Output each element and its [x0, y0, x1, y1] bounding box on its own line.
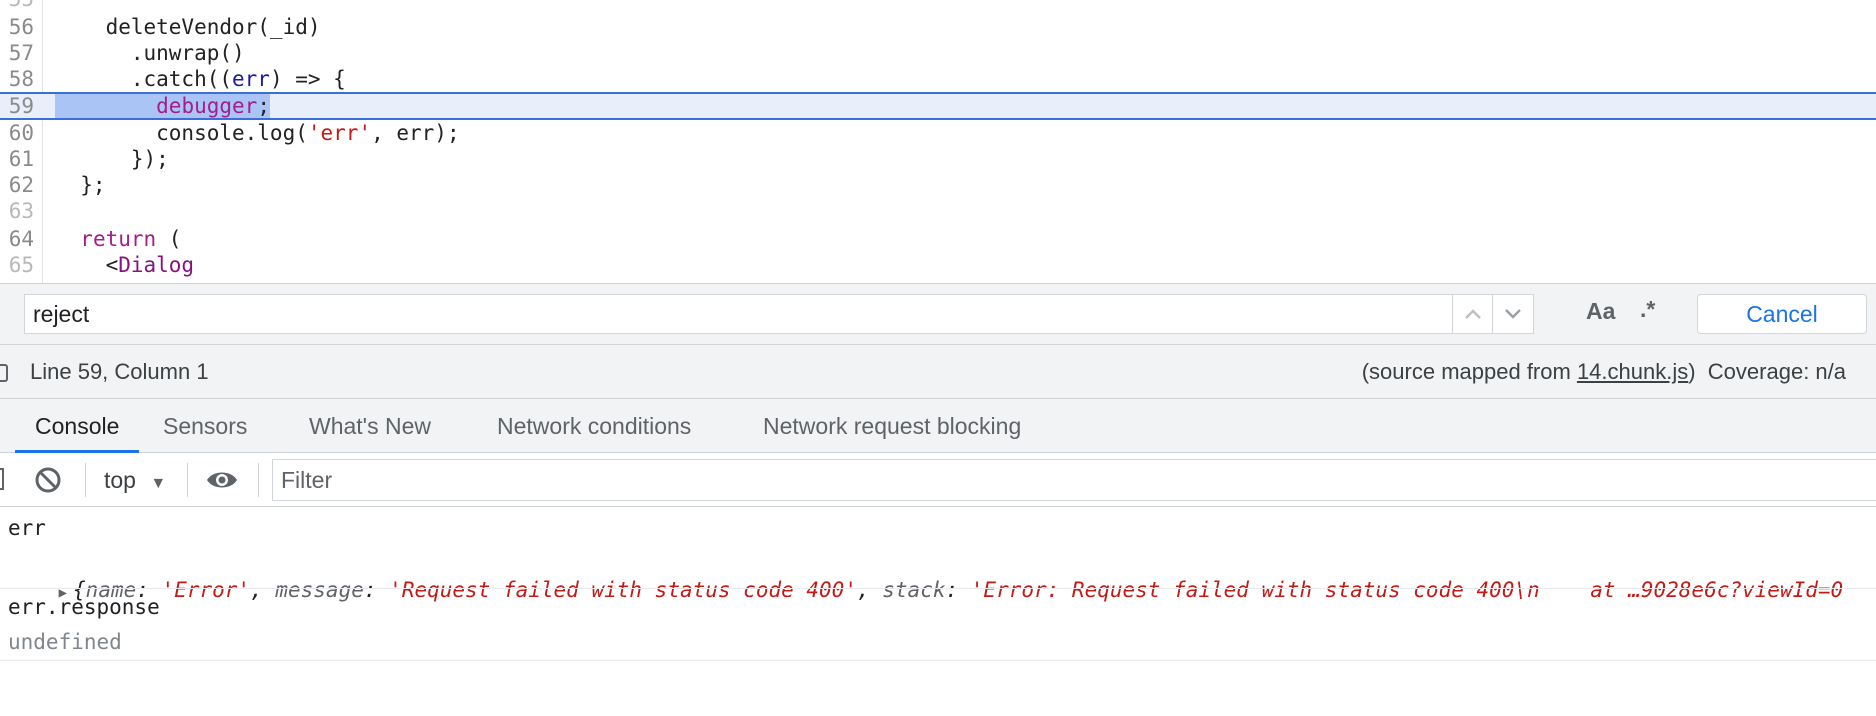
coverage-label: Coverage: n/a [1707, 359, 1846, 384]
code-text: <Dialog [55, 252, 195, 278]
code-line[interactable]: 62 }; [0, 172, 1876, 198]
line-number[interactable]: 61 [0, 146, 34, 172]
clear-console-icon[interactable] [34, 466, 62, 494]
obj-val-name: 'Error' [161, 578, 251, 602]
code-text: }); [55, 146, 169, 172]
code-token: debugger [156, 94, 258, 118]
search-bar: Aa .* Cancel [0, 283, 1876, 345]
line-number[interactable]: 55 [0, 0, 34, 12]
obj-key-message: message [275, 578, 364, 602]
line-number[interactable]: 60 [0, 120, 34, 146]
next-match-button[interactable] [1492, 295, 1533, 333]
console-object-result[interactable]: ▶ {name: 'Error', message: 'Request faile… [8, 554, 1844, 626]
console-command: err [8, 516, 46, 540]
context-select[interactable]: top ▼ [104, 453, 166, 507]
line-number[interactable]: 65 [0, 252, 34, 278]
code-token: .unwrap() [55, 41, 245, 65]
sidebar-toggle-icon[interactable] [0, 468, 4, 490]
cursor-position: Line 59, Column 1 [30, 359, 209, 384]
code-token: err [232, 67, 270, 91]
filter-box [272, 459, 1876, 501]
code-text: .catch((err) => { [55, 66, 346, 92]
console-result-undefined: undefined [8, 630, 122, 654]
line-number[interactable]: 59 [0, 94, 34, 118]
code-token: ) => { [269, 67, 346, 91]
tab-whats-new[interactable]: What's New [309, 399, 431, 453]
code-token: 'err' [307, 121, 372, 145]
dropdown-arrow-icon: ▼ [150, 475, 167, 492]
code-editor[interactable]: 5556 deleteVendor(_id)57 .unwrap()58 .ca… [0, 0, 1876, 283]
code-line[interactable]: 61 }); [0, 146, 1876, 172]
line-number[interactable]: 56 [0, 14, 34, 40]
code-line[interactable]: 58 .catch((err) => { [0, 66, 1876, 92]
toolbar-divider [187, 463, 188, 497]
code-token: < [55, 253, 119, 277]
code-text: console.log('err', err); [55, 120, 460, 146]
code-line[interactable]: 56 deleteVendor(_id) [0, 14, 1876, 40]
line-number[interactable]: 57 [0, 40, 34, 66]
code-token: deleteVendor(_id) [55, 15, 321, 39]
status-bar: Line 59, Column 1 (source mapped from 14… [0, 345, 1876, 399]
tab-network-conditions[interactable]: Network conditions [497, 399, 691, 453]
obj-val-message: 'Request failed with status code 400' [389, 578, 857, 602]
code-token: }; [55, 173, 106, 197]
code-token [55, 94, 157, 118]
search-box [24, 294, 1534, 334]
tab-console[interactable]: Console [14, 399, 140, 453]
source-suffix: ) [1688, 359, 1696, 384]
code-line[interactable]: 60 console.log('err', err); [0, 120, 1876, 146]
code-token: ; [257, 94, 270, 118]
code-token: .catch(( [55, 67, 233, 91]
console-command: err.response [8, 595, 160, 619]
code-token: return [80, 227, 157, 251]
code-text: return ( [55, 226, 181, 252]
code-token: console.log( [55, 121, 308, 145]
code-text: debugger; [55, 94, 270, 118]
code-line[interactable]: 59 debugger; [0, 92, 1876, 120]
console-separator [0, 660, 1876, 661]
search-input[interactable] [33, 295, 1483, 333]
live-expression-eye-icon[interactable] [205, 468, 239, 492]
regex-button[interactable]: .* [1640, 296, 1655, 323]
tab-network-request-blocking[interactable]: Network request blocking [763, 399, 1021, 453]
code-text: .unwrap() [55, 40, 245, 66]
source-prefix: (source mapped from [1361, 359, 1577, 384]
line-number[interactable]: 58 [0, 66, 34, 92]
drawer-tab-bar: Console Sensors What's New Network condi… [0, 399, 1876, 453]
tab-sensors[interactable]: Sensors [163, 399, 247, 453]
obj-val-stack: 'Error: Request failed with status code … [970, 578, 1844, 602]
toolbar-divider [85, 463, 86, 497]
code-line[interactable]: 63 [0, 198, 1876, 224]
code-text: deleteVendor(_id) [55, 14, 321, 40]
source-map-info: (source mapped from 14.chunk.js) Coverag… [1362, 345, 1846, 399]
code-token: }); [55, 147, 169, 171]
code-line[interactable]: 65 <Dialog [0, 252, 1876, 278]
obj-key-stack: stack [882, 578, 946, 602]
chevron-up-icon [1465, 309, 1481, 319]
previous-match-button[interactable] [1452, 295, 1493, 333]
code-line[interactable]: 64 return ( [0, 226, 1876, 252]
chevron-down-icon [1505, 309, 1521, 319]
cancel-button[interactable]: Cancel [1697, 294, 1867, 334]
line-number[interactable]: 63 [0, 198, 34, 224]
line-number[interactable]: 64 [0, 226, 34, 252]
toolbar-divider [258, 463, 259, 497]
toggle-navigator-icon[interactable] [0, 364, 8, 382]
console-toolbar: top ▼ [0, 453, 1876, 507]
code-token: , err); [371, 121, 460, 145]
match-case-button[interactable]: Aa [1586, 298, 1615, 325]
code-token: ( [156, 227, 182, 251]
context-value: top [104, 467, 136, 493]
filter-input[interactable] [281, 460, 1861, 500]
console-separator [0, 588, 1876, 589]
code-line[interactable]: 57 .unwrap() [0, 40, 1876, 66]
source-file-link[interactable]: 14.chunk.js [1577, 359, 1688, 384]
line-number[interactable]: 62 [0, 172, 34, 198]
code-line[interactable]: 55 [0, 0, 1876, 12]
code-token: Dialog [118, 253, 195, 277]
code-text: }; [55, 172, 106, 198]
